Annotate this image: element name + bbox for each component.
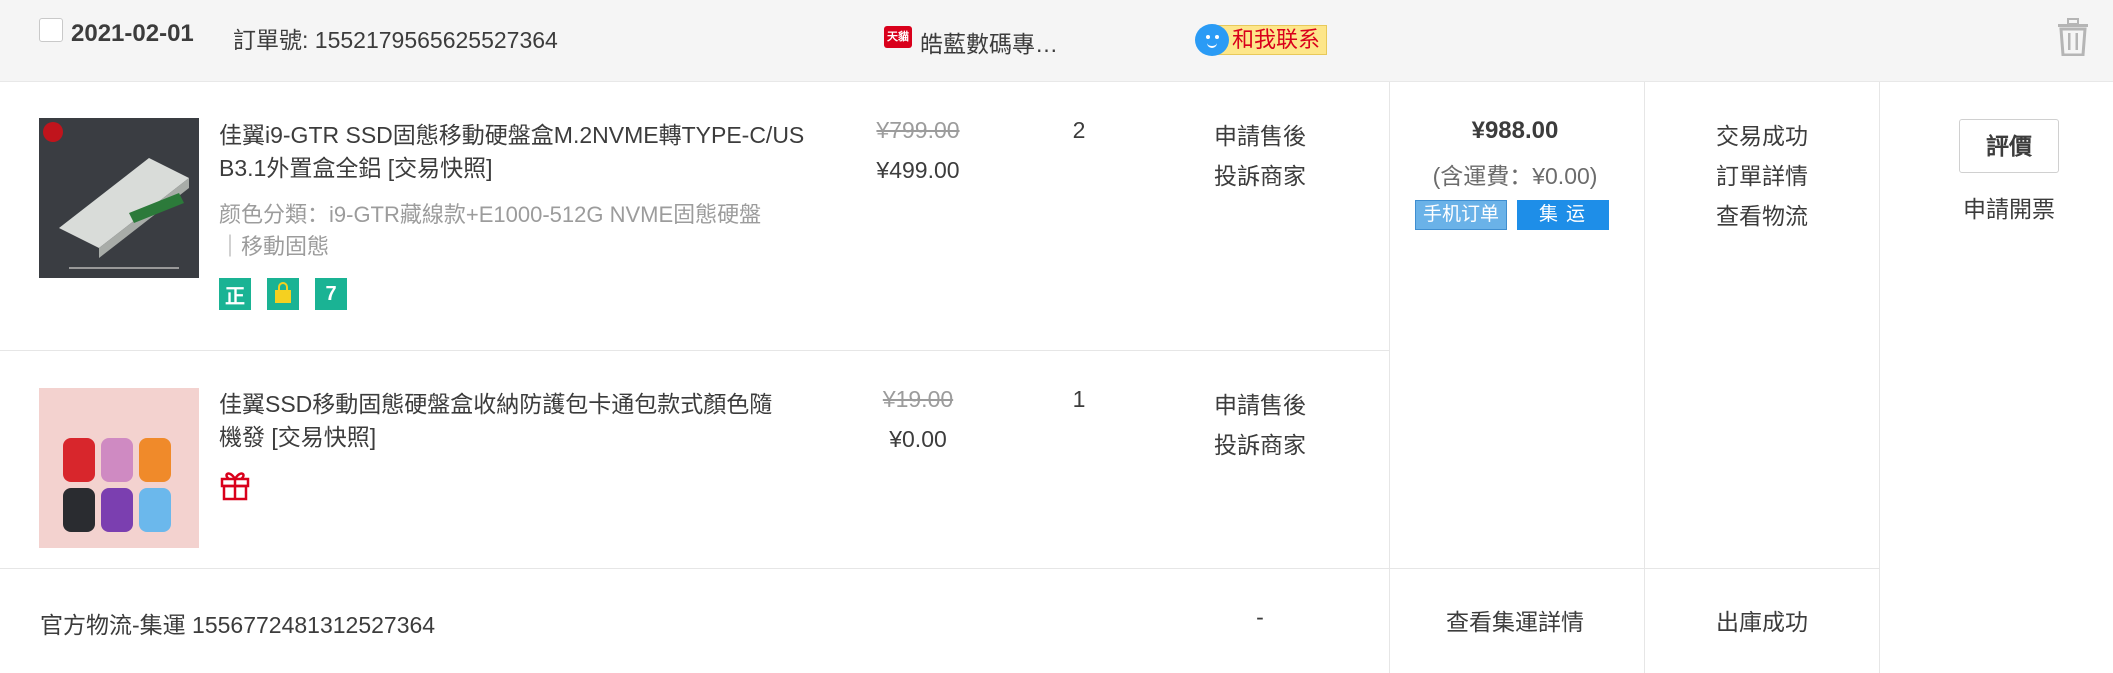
quantity: 2 bbox=[1072, 117, 1086, 143]
sku-line: ｜移動固態 bbox=[219, 234, 330, 259]
shipping-fee: (含運費：¥0.00) bbox=[1432, 163, 1598, 189]
seven-day-return-icon[interactable]: 7 bbox=[315, 278, 347, 310]
gift-icon[interactable] bbox=[219, 467, 251, 501]
order-select-checkbox[interactable] bbox=[39, 18, 63, 42]
logistics-tracking-number: 官方物流-集運 1556772481312527364 bbox=[40, 612, 436, 638]
original-price: ¥799.00 bbox=[876, 117, 960, 143]
product-title-link[interactable]: 佳翼SSD移動固態硬盤盒收納防護包卡通包款式顏色隨 機發 [交易快照] bbox=[219, 388, 809, 454]
product-image-storage-bag[interactable] bbox=[39, 388, 199, 548]
product-title-line[interactable]: 佳翼SSD移動固態硬盤盒收納防護包卡通包款式顏色隨 bbox=[219, 388, 809, 421]
product-title-line[interactable]: B3.1外置盒全鋁 [交易快照] bbox=[219, 152, 809, 185]
product-title-line[interactable]: 佳翼i9-GTR SSD固態移動硬盤盒M.2NVME轉TYPE-C/US bbox=[219, 119, 809, 152]
product-sku: 颜色分類：i9-GTR藏線款+E1000-512G NVME固態硬盤 ｜移動固態 bbox=[219, 199, 809, 263]
view-logistics-link[interactable]: 查看物流 bbox=[1672, 197, 1852, 231]
outbound-status: 出庫成功 bbox=[1716, 609, 1808, 635]
order-header: 2021-02-01 訂單號: 1552179565625527364 天貓 皓… bbox=[0, 0, 2113, 82]
row-divider bbox=[0, 350, 1389, 351]
contact-seller-label: 和我联系 bbox=[1217, 25, 1328, 55]
contact-seller-button[interactable]: 和我联系 bbox=[1195, 23, 1328, 57]
apply-after-sales-link[interactable]: 申請售後 bbox=[1170, 386, 1350, 420]
original-price: ¥19.00 bbox=[882, 386, 954, 412]
request-invoice-link[interactable]: 申請開票 bbox=[1939, 190, 2079, 224]
unit-price: ¥499.00 bbox=[876, 157, 960, 183]
tmall-icon: 天貓 bbox=[884, 26, 912, 48]
chat-bubble-icon bbox=[1195, 24, 1229, 56]
shopping-bag-icon[interactable] bbox=[267, 278, 299, 310]
shop-name-link[interactable]: 皓藍數碼專… bbox=[920, 25, 1058, 59]
empty-value: - bbox=[1256, 604, 1264, 630]
consolidation-details-link[interactable]: 查看集運詳情 bbox=[1390, 603, 1640, 637]
review-button[interactable]: 評價 bbox=[1959, 119, 2059, 173]
column-divider bbox=[1879, 82, 1880, 673]
mobile-order-tag: 手机订单 bbox=[1415, 200, 1507, 230]
trash-icon[interactable] bbox=[2056, 18, 2090, 56]
quantity: 1 bbox=[1072, 386, 1086, 412]
product-image-ssd-enclosure[interactable] bbox=[39, 118, 199, 278]
order-number: 訂單號: 1552179565625527364 bbox=[233, 27, 558, 53]
unit-price: ¥0.00 bbox=[889, 426, 947, 452]
complain-seller-link[interactable]: 投訴商家 bbox=[1170, 157, 1350, 191]
column-divider bbox=[1644, 82, 1645, 673]
row-divider bbox=[0, 568, 1879, 569]
order-date: 2021-02-01 bbox=[71, 20, 194, 47]
sku-line: 颜色分類：i9-GTR藏線款+E1000-512G NVME固態硬盤 bbox=[219, 202, 762, 227]
order-details-link[interactable]: 訂單詳情 bbox=[1672, 157, 1852, 191]
product-title-link[interactable]: 佳翼i9-GTR SSD固態移動硬盤盒M.2NVME轉TYPE-C/US B3.… bbox=[219, 119, 809, 185]
trade-status: 交易成功 bbox=[1716, 123, 1808, 149]
complain-seller-link[interactable]: 投訴商家 bbox=[1170, 426, 1350, 460]
authentic-icon[interactable]: 正 bbox=[219, 278, 251, 310]
product-title-line[interactable]: 機發 [交易快照] bbox=[219, 421, 809, 454]
order-total: ¥988.00 bbox=[1471, 117, 1559, 144]
consolidated-shipping-tag: 集运 bbox=[1517, 200, 1609, 230]
apply-after-sales-link[interactable]: 申請售後 bbox=[1170, 117, 1350, 151]
